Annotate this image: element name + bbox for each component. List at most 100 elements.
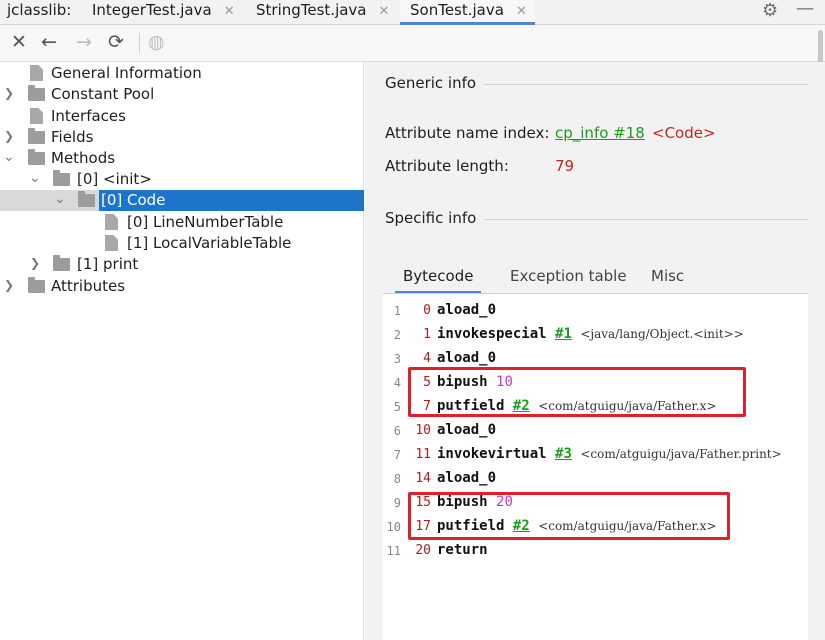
line-number: 4: [393, 376, 401, 390]
chevron-right-icon[interactable]: ❯: [4, 129, 14, 143]
minus-icon[interactable]: —: [796, 0, 814, 19]
tree-item-line-number-table[interactable]: [0] LineNumberTable: [0, 212, 364, 233]
opcode-name: aload_0: [437, 302, 497, 318]
opcode: invokevirtual #3 <com/atguigu/java/Fathe…: [437, 446, 782, 462]
annotation-highlight-box: [408, 492, 730, 540]
file-icon: [105, 214, 118, 230]
bytecode-listing: 1 0 aload_0 2 1 invokespecial #1 <java/l…: [383, 294, 808, 640]
tree-item-label: [0] <init>: [77, 170, 152, 188]
opcode: aload_0: [437, 302, 496, 318]
tab-misc[interactable]: Misc: [651, 267, 684, 294]
tree-item-label: Methods: [51, 149, 116, 167]
tab-exception-table[interactable]: Exception table: [510, 267, 627, 294]
folder-icon: [53, 170, 70, 186]
bytecode-offset: 0: [423, 303, 431, 318]
bytecode-line: 8 14 aload_0: [383, 468, 808, 492]
bytecode-line: 1 0 aload_0: [383, 300, 808, 324]
file-icon: [30, 108, 43, 124]
opcode-name: aload_0: [437, 422, 497, 438]
close-icon[interactable]: ✕: [224, 4, 235, 19]
file-icon: [30, 65, 43, 81]
bytecode-line: 7 11 invokevirtual #3 <com/atguigu/java/…: [383, 444, 808, 468]
tree-item-label: Attributes: [51, 277, 126, 295]
ref-comment: <java/lang/Object.<init>>: [580, 327, 744, 341]
tree-item-local-variable-table[interactable]: [1] LocalVariableTable: [0, 233, 364, 254]
line-number: 1: [393, 304, 401, 318]
line-number: 2: [393, 328, 401, 342]
cp-info-link[interactable]: cp_info #18: [555, 124, 645, 142]
attribute-name-value: <Code>: [652, 124, 716, 142]
bytecode-offset: 20: [415, 543, 431, 558]
opcode: aload_0: [437, 422, 496, 438]
generic-info-title: Generic info: [385, 74, 477, 92]
opcode-name: invokevirtual: [437, 446, 547, 462]
file-icon: [105, 235, 118, 251]
tree-item-label: [0] Code: [101, 191, 166, 209]
tree-item-general-information[interactable]: General Information: [0, 63, 364, 84]
opcode-name: return: [437, 542, 488, 558]
tree-item-method-init[interactable]: ⌄ [0] <init>: [0, 169, 364, 190]
constant-pool-ref-link[interactable]: #3: [555, 446, 572, 462]
tree-item-methods[interactable]: ⌄ Methods: [0, 148, 364, 169]
tab-label: IntegerTest.java: [92, 1, 212, 19]
bytecode-offset: 4: [423, 351, 431, 366]
line-number: 7: [393, 448, 401, 462]
bytecode-offset: 14: [415, 471, 431, 486]
tab-label: SonTest.java: [410, 1, 504, 19]
bytecode-line: 11 20 return: [383, 540, 808, 564]
attribute-name-index-label: Attribute name index:: [385, 124, 550, 142]
tree-item-fields[interactable]: ❯ Fields: [0, 127, 364, 148]
chevron-down-icon[interactable]: ⌄: [3, 149, 15, 165]
tab-bytecode[interactable]: Bytecode: [395, 267, 482, 294]
app-label: jclasslib:: [7, 1, 72, 19]
editor-tab-bar: jclasslib: IntegerTest.java ✕ StringTest.…: [0, 0, 825, 25]
specific-info-title: Specific info: [385, 209, 477, 227]
tree-item-label: [1] print: [77, 255, 139, 273]
line-number: 10: [386, 520, 401, 534]
section-divider: [483, 84, 808, 85]
tree-item-label: [1] LocalVariableTable: [127, 234, 292, 252]
chevron-down-icon[interactable]: ⌄: [29, 170, 41, 186]
tab-integertest[interactable]: IntegerTest.java ✕: [92, 0, 235, 25]
tree-item-method-print[interactable]: ❯ [1] print: [0, 254, 364, 275]
tree-item-label: Interfaces: [51, 107, 126, 125]
tree-item-attributes[interactable]: ❯ Attributes: [0, 276, 364, 297]
chevron-right-icon[interactable]: ❯: [4, 86, 14, 100]
chevron-right-icon[interactable]: ❯: [30, 256, 40, 270]
tab-label: StringTest.java: [256, 1, 367, 19]
tab-sontest[interactable]: SonTest.java ✕: [400, 0, 535, 25]
opcode-name: invokespecial: [437, 326, 547, 342]
close-icon[interactable]: ✕: [11, 31, 27, 53]
folder-icon: [28, 85, 45, 101]
tree-item-code[interactable]: ⌄ [0] Code: [0, 190, 364, 211]
tree-item-label: Fields: [51, 128, 94, 146]
attribute-length-value: 79: [555, 157, 575, 175]
opcode: aload_0: [437, 470, 496, 486]
refresh-icon[interactable]: ⟳: [108, 31, 124, 53]
line-number: 8: [393, 472, 401, 486]
folder-icon: [28, 128, 45, 144]
toolbar: ✕ ← → ⟳ ◍: [0, 25, 825, 62]
opcode: invokespecial #1 <java/lang/Object.<init…: [437, 326, 744, 342]
opcode-name: aload_0: [437, 350, 497, 366]
line-number: 5: [393, 400, 401, 414]
close-icon[interactable]: ✕: [379, 4, 390, 19]
constant-pool-ref-link[interactable]: #1: [555, 326, 572, 342]
close-icon[interactable]: ✕: [516, 4, 527, 19]
bytecode-line: 6 10 aload_0: [383, 420, 808, 444]
bytecode-offset: 10: [415, 423, 431, 438]
tree-item-interfaces[interactable]: Interfaces: [0, 106, 364, 127]
tree-item-constant-pool[interactable]: ❯ Constant Pool: [0, 84, 364, 105]
globe-icon[interactable]: ◍: [148, 31, 165, 53]
line-number: 6: [393, 424, 401, 438]
opcode-name: aload_0: [437, 470, 497, 486]
chevron-right-icon[interactable]: ❯: [4, 278, 14, 292]
tab-stringtest[interactable]: StringTest.java ✕: [256, 0, 389, 25]
gear-icon[interactable]: ⚙: [762, 0, 778, 21]
bytecode-offset: 11: [415, 447, 431, 462]
line-number: 9: [393, 496, 401, 510]
folder-icon: [28, 277, 45, 293]
chevron-down-icon[interactable]: ⌄: [54, 191, 66, 207]
forward-arrow-icon[interactable]: →: [76, 31, 92, 53]
back-arrow-icon[interactable]: ←: [41, 31, 57, 53]
